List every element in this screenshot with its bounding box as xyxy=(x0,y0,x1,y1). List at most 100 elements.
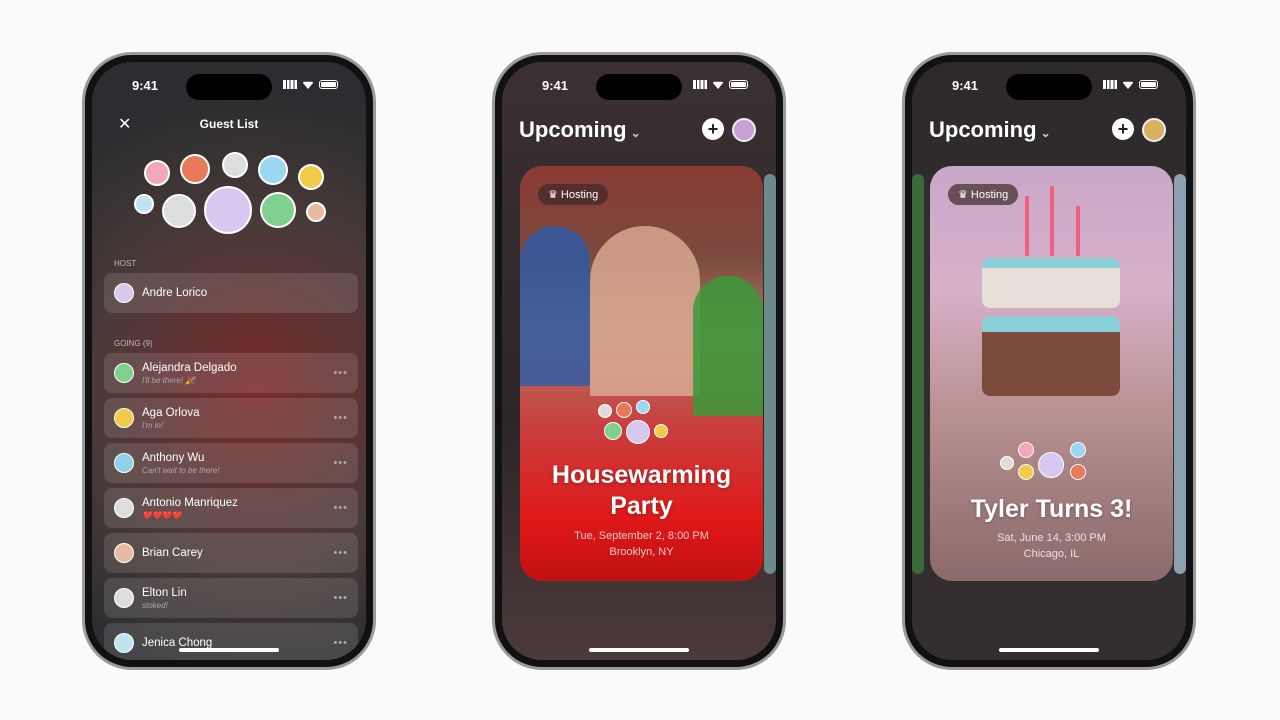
host-name: Andre Lorico xyxy=(142,287,208,299)
photo-person xyxy=(590,226,700,396)
candle-icon xyxy=(1050,186,1054,256)
ellipsis-icon[interactable]: ••• xyxy=(333,592,348,604)
status-time: 9:41 xyxy=(542,78,569,93)
avatar xyxy=(306,202,326,222)
avatar xyxy=(258,155,288,185)
dynamic-island xyxy=(186,74,272,100)
avatar xyxy=(222,152,248,178)
going-section-label: GOING (9) xyxy=(114,339,153,348)
avatar xyxy=(162,194,196,228)
event-meta: Sat, June 14, 3:00 PM Chicago, IL xyxy=(930,530,1173,562)
guest-name: Brian Carey xyxy=(142,547,203,559)
event-date: Sat, June 14, 3:00 PM xyxy=(997,532,1106,544)
profile-avatar[interactable] xyxy=(1142,118,1166,142)
previous-card-peek[interactable] xyxy=(912,174,924,574)
status-icons xyxy=(283,80,338,89)
upcoming-dropdown[interactable]: Upcoming ⌄ xyxy=(929,117,1051,143)
wifi-icon xyxy=(302,81,314,89)
ellipsis-icon[interactable]: ••• xyxy=(333,502,348,514)
dynamic-island xyxy=(596,74,682,100)
phone-guest-list: 9:41 ✕ Guest List HOST Andre Lorico GOIN… xyxy=(82,52,376,670)
guest-row[interactable]: Jenica Chong ••• xyxy=(104,623,358,660)
guest-name: Aga Orlova xyxy=(142,406,200,419)
avatar xyxy=(180,154,210,184)
event-date: Tue, September 2, 8:00 PM xyxy=(574,530,709,542)
event-title: Tyler Turns 3! xyxy=(970,495,1133,523)
event-title: Housewarming Party xyxy=(551,461,732,520)
hosting-badge: ♛ Hosting xyxy=(538,184,609,205)
avatar xyxy=(1018,464,1034,480)
guest-row[interactable]: Brian Carey ••• xyxy=(104,533,358,573)
cake-bottom-illustration xyxy=(982,316,1120,396)
crown-icon: ♛ xyxy=(548,189,561,201)
event-location: Chicago, IL xyxy=(1023,548,1080,560)
ellipsis-icon[interactable]: ••• xyxy=(333,547,348,559)
guest-note: ❤️❤️❤️❤️ xyxy=(142,510,182,520)
chevron-down-icon: ⌄ xyxy=(1040,126,1051,140)
ellipsis-icon[interactable]: ••• xyxy=(333,637,348,649)
wifi-icon xyxy=(1122,81,1134,89)
battery-icon xyxy=(1139,80,1158,89)
upcoming-dropdown[interactable]: Upcoming ⌄ xyxy=(519,117,641,143)
avatar xyxy=(114,498,134,518)
hosting-badge: ♛ Hosting xyxy=(948,184,1019,205)
add-event-button[interactable]: + xyxy=(1112,118,1134,140)
candle-icon xyxy=(1025,196,1029,256)
avatar xyxy=(260,192,296,228)
ellipsis-icon[interactable]: ••• xyxy=(333,367,348,379)
page-title: Guest List xyxy=(199,117,259,131)
avatar xyxy=(626,420,650,444)
avatar xyxy=(604,422,622,440)
event-card[interactable]: ♛ Hosting Housewarming Party Tue, Septemb… xyxy=(520,166,763,581)
guest-name: Anthony Wu xyxy=(142,451,205,464)
avatar xyxy=(598,404,612,418)
add-event-button[interactable]: + xyxy=(702,118,724,140)
avatar xyxy=(636,400,650,414)
event-card[interactable]: ♛ Hosting Tyler Turns 3! Sat, June 14, 3… xyxy=(930,166,1173,581)
guest-row[interactable]: Alejandra Delgado I'll be there! 🎉 ••• xyxy=(104,353,358,393)
avatar xyxy=(114,633,134,653)
guest-name: Elton Lin xyxy=(142,586,187,599)
guest-note: Can't wait to be there! xyxy=(142,465,220,475)
guest-row[interactable]: Elton Lin stoked! ••• xyxy=(104,578,358,618)
status-icons xyxy=(693,80,748,89)
signal-icon xyxy=(283,80,297,89)
event-meta: Tue, September 2, 8:00 PM Brooklyn, NY xyxy=(520,528,763,560)
next-card-peek[interactable] xyxy=(1174,174,1186,574)
avatar xyxy=(114,363,134,383)
guest-list-screen: 9:41 ✕ Guest List HOST Andre Lorico GOIN… xyxy=(92,62,366,660)
upcoming-screen: 9:41 Upcoming ⌄ + ♛ Hosting Housewarming P… xyxy=(502,62,776,660)
guest-row[interactable]: Antonio Manriquez ❤️❤️❤️❤️ ••• xyxy=(104,488,358,528)
guest-row[interactable]: Aga Orlova I'm in! ••• xyxy=(104,398,358,438)
avatar xyxy=(1070,442,1086,458)
status-time: 9:41 xyxy=(952,78,979,93)
ellipsis-icon[interactable]: ••• xyxy=(333,457,348,469)
upcoming-screen: 9:41 Upcoming ⌄ + ♛ Hosting Tyler Turns 3… xyxy=(912,62,1186,660)
avatar-host xyxy=(204,186,252,234)
photo-person xyxy=(520,226,590,386)
guest-name: Antonio Manriquez xyxy=(142,496,238,509)
profile-avatar[interactable] xyxy=(732,118,756,142)
avatar xyxy=(1000,456,1014,470)
avatar xyxy=(114,588,134,608)
guest-row[interactable]: Anthony Wu Can't wait to be there! ••• xyxy=(104,443,358,483)
phone-upcoming-birthday: 9:41 Upcoming ⌄ + ♛ Hosting Tyler Turns 3… xyxy=(902,52,1196,670)
avatar xyxy=(114,543,134,563)
home-indicator[interactable] xyxy=(999,648,1099,652)
chevron-down-icon: ⌄ xyxy=(630,126,641,140)
event-location: Brooklyn, NY xyxy=(609,546,674,558)
upcoming-title: Upcoming xyxy=(519,117,627,142)
home-indicator[interactable] xyxy=(179,648,279,652)
dynamic-island xyxy=(1006,74,1092,100)
signal-icon xyxy=(1103,80,1117,89)
avatar xyxy=(1018,442,1034,458)
avatar xyxy=(1070,464,1086,480)
next-card-peek[interactable] xyxy=(764,174,776,574)
avatar xyxy=(616,402,632,418)
host-row[interactable]: Andre Lorico xyxy=(104,273,358,313)
ellipsis-icon[interactable]: ••• xyxy=(333,412,348,424)
home-indicator[interactable] xyxy=(589,648,689,652)
avatar xyxy=(134,194,154,214)
photo-person xyxy=(693,276,763,416)
candle-icon xyxy=(1076,206,1080,256)
